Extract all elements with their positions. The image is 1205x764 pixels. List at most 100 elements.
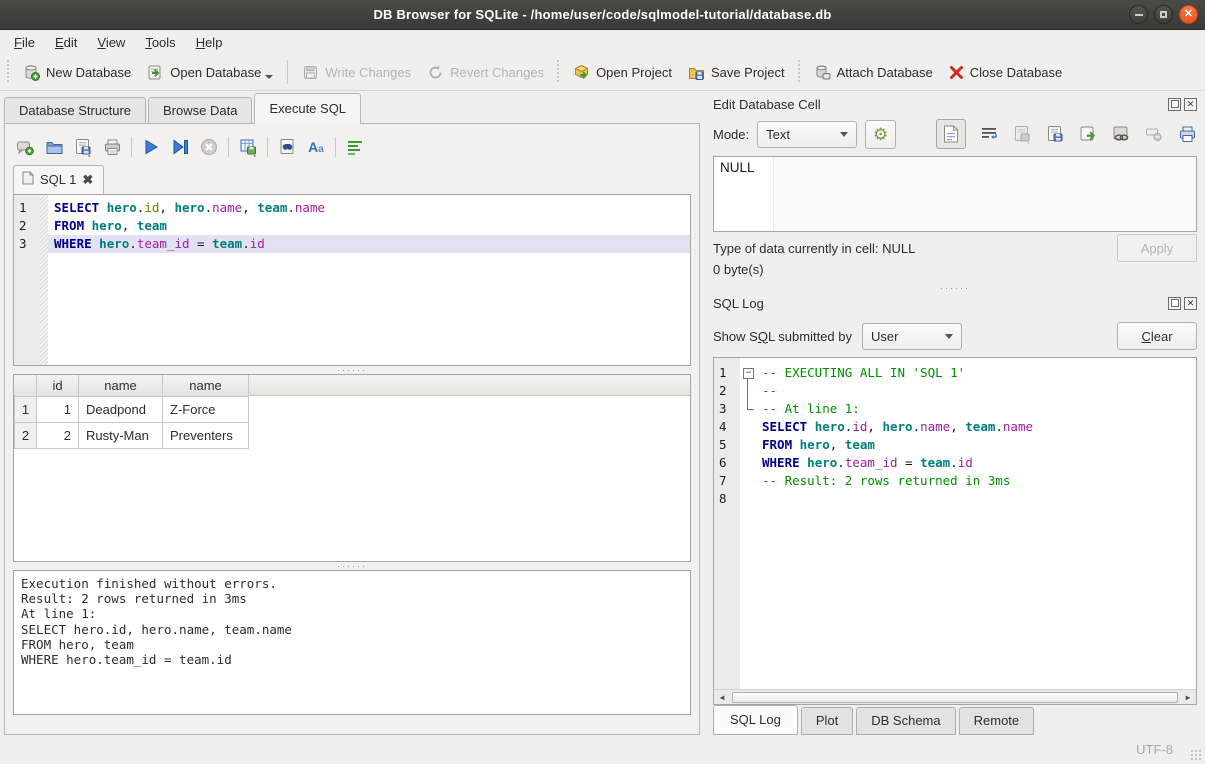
set-null-icon[interactable] [1144,124,1164,144]
token [99,200,107,215]
column-header[interactable]: name [79,375,163,396]
tab-sql-log[interactable]: SQL Log [713,705,798,735]
close-dock-icon[interactable]: ✕ [1184,98,1197,111]
execute-line-icon[interactable] [170,137,190,157]
splitter-handle[interactable]: ······ [713,284,1197,292]
float-dock-icon[interactable] [1168,98,1181,111]
sql-editor[interactable]: 1SELECT hero.id, hero.name, team.name2FR… [13,194,691,366]
open-database-button[interactable]: Open Database [139,60,281,85]
scroll-right-icon[interactable]: ▶ [1180,690,1196,704]
open-sql-file-icon[interactable] [44,137,64,157]
open-project-button[interactable]: Open Project [565,60,680,85]
link-cell-icon[interactable] [1111,124,1131,144]
format-sql-icon[interactable]: Aa [306,137,326,157]
menu-help[interactable]: Help [186,32,233,53]
token: team [257,200,287,215]
fold-gutter [742,436,756,454]
auto-format-icon[interactable] [345,137,365,157]
minimize-button[interactable] [1129,5,1148,24]
apply-button[interactable]: Apply [1117,234,1197,262]
table-cell[interactable]: Rusty-Man [79,422,163,448]
code-text: WHERE hero.team_id = team.id [48,235,690,253]
apply-cell-icon[interactable] [1078,124,1098,144]
status-bar: UTF-8 [0,735,1205,764]
token: . [950,455,958,470]
tab-database-structure[interactable]: Database Structure [4,97,146,124]
column-header[interactable]: name [163,375,249,396]
execute-all-icon[interactable] [141,137,161,157]
code-text: -- [756,382,1196,400]
fold-marker[interactable] [742,364,756,382]
tab-plot[interactable]: Plot [801,707,853,735]
toolbar-drag-handle[interactable] [5,60,12,84]
horizontal-scrollbar[interactable]: ◀ ▶ [714,689,1196,704]
save-results-icon[interactable] [238,137,258,157]
revert-changes-button[interactable]: Revert Changes [419,60,552,85]
resize-grip-icon[interactable] [1190,749,1202,761]
chevron-down-icon [840,132,848,137]
save-sql-file-icon[interactable] [73,137,93,157]
write-changes-button[interactable]: Write Changes [294,60,419,85]
sql-log-lines: 1-- EXECUTING ALL IN 'SQL 1'2--3-- At li… [714,358,1196,508]
token: SELECT [762,419,807,434]
save-project-button[interactable]: Save Project [680,60,793,85]
table-cell[interactable]: Z-Force [163,396,249,422]
menu-edit[interactable]: Edit [45,32,87,53]
close-button[interactable]: ✕ [1179,5,1198,24]
export-cell-icon[interactable] [1045,124,1065,144]
float-dock-icon[interactable] [1168,297,1181,310]
toolbar-drag-handle[interactable] [555,60,562,84]
sql-editor-lines: 1SELECT hero.id, hero.name, team.name2FR… [14,195,690,253]
main-content: Database Structure Browse Data Execute S… [0,91,1205,735]
menu-file[interactable]: File [4,32,45,53]
stop-icon[interactable] [199,137,219,157]
revert-changes-label: Revert Changes [450,65,544,80]
print-icon[interactable] [102,137,122,157]
token [792,437,800,452]
tab-browse-data[interactable]: Browse Data [148,97,252,124]
table-cell[interactable]: Deadpond [79,396,163,422]
new-database-button[interactable]: New Database [15,60,139,85]
clear-log-button[interactable]: Clear [1117,322,1197,350]
execution-message-box[interactable]: Execution finished without errors.Result… [13,570,691,715]
execute-sql-pane: Aa SQL 1 ✖ 1SELECT hero.id, hero.name, t… [4,123,700,735]
sql1-tab-close-icon[interactable]: ✖ [82,172,93,188]
toolbar-drag-handle[interactable] [796,60,803,84]
token: team [920,455,950,470]
menu-tools[interactable]: Tools [135,32,185,53]
menu-view[interactable]: View [87,32,135,53]
text-mode-icon[interactable] [936,119,966,149]
tab-remote[interactable]: Remote [959,707,1035,735]
tab-execute-sql[interactable]: Execute SQL [254,93,361,124]
code-line-2: 2-- [714,382,1196,400]
print-cell-icon[interactable] [1177,124,1197,144]
sql1-tab[interactable]: SQL 1 ✖ [13,165,104,194]
column-header[interactable]: id [37,375,79,396]
message-line: SELECT hero.id, hero.name, team.name [21,622,683,637]
import-cell-icon[interactable] [1012,124,1032,144]
scroll-left-icon[interactable]: ◀ [714,690,730,704]
sql-log-view[interactable]: 1-- EXECUTING ALL IN 'SQL 1'2--3-- At li… [713,357,1197,705]
splitter-handle[interactable]: ······ [13,366,691,374]
cell-value-editor[interactable]: NULL [713,156,1197,232]
word-wrap-icon[interactable] [979,124,999,144]
close-dock-icon[interactable]: ✕ [1184,297,1197,310]
table-row: 11DeadpondZ-Force [15,396,249,422]
table-cell[interactable]: 2 [37,422,79,448]
maximize-button[interactable] [1154,5,1173,24]
auto-apply-button[interactable]: ⚙ [865,120,896,149]
title-bar[interactable]: DB Browser for SQLite - /home/user/code/… [0,0,1205,30]
new-sql-tab-icon[interactable] [15,137,35,157]
mode-select[interactable]: Text [757,121,857,148]
table-cell[interactable]: Preventers [163,422,249,448]
scrollbar-thumb[interactable] [732,692,1178,703]
splitter-handle[interactable]: ······ [13,562,691,570]
table-cell[interactable]: 1 [37,396,79,422]
fold-gutter [742,418,756,436]
attach-database-button[interactable]: Attach Database [806,60,941,85]
close-database-button[interactable]: Close Database [941,61,1071,84]
open-database-dropdown-icon[interactable] [265,75,273,79]
submitted-by-select[interactable]: User [862,323,962,350]
tab-db-schema[interactable]: DB Schema [856,707,955,735]
find-icon[interactable] [277,137,297,157]
